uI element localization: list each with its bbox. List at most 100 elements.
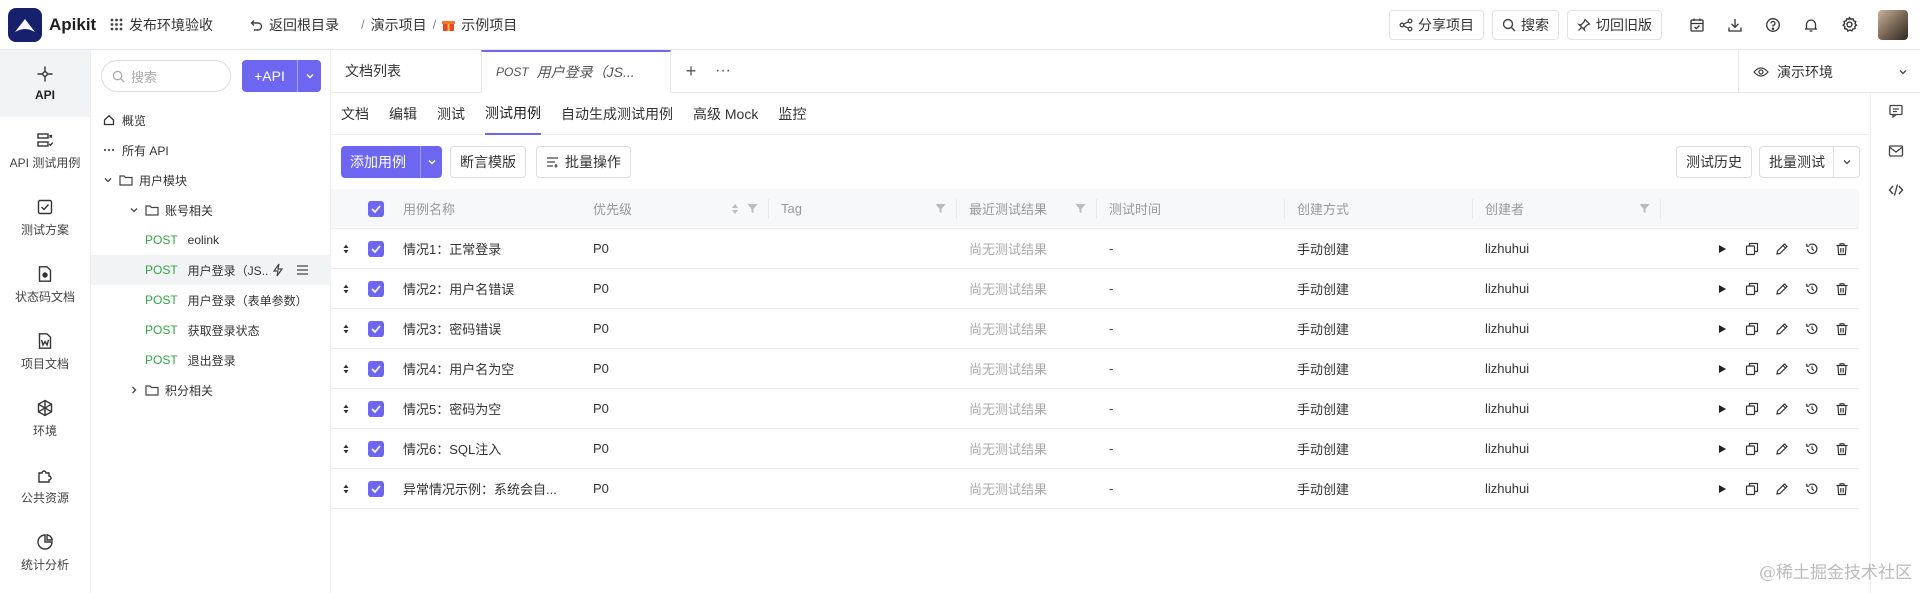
nav-project-doc[interactable]: 项目文档 (0, 318, 90, 385)
tree-group-account[interactable]: 账号相关 (91, 195, 331, 225)
back-root-button[interactable]: 返回根目录 (249, 15, 339, 35)
filter-icon[interactable] (1075, 203, 1086, 214)
nav-test-plan[interactable]: 测试方案 (0, 184, 90, 251)
breadcrumb-example[interactable]: 示例项目 (442, 15, 517, 35)
copy-icon[interactable] (1745, 482, 1759, 496)
nav-statistics[interactable]: 统计分析 (0, 519, 90, 586)
old-version-button[interactable]: 切回旧版 (1567, 9, 1662, 40)
drag-handle-icon[interactable] (342, 483, 350, 495)
delete-icon[interactable] (1835, 482, 1849, 496)
edit-icon[interactable] (1775, 362, 1789, 376)
sort-icon[interactable] (731, 203, 739, 215)
download-icon[interactable] (1720, 10, 1750, 40)
tab-active-api[interactable]: POST 用户登录（JS... (481, 49, 671, 93)
run-icon[interactable] (1715, 402, 1729, 416)
run-icon[interactable] (1715, 362, 1729, 376)
row-checkbox[interactable] (368, 320, 384, 337)
user-avatar[interactable] (1878, 9, 1908, 40)
share-project-button[interactable]: 分享项目 (1389, 9, 1484, 40)
delete-icon[interactable] (1835, 322, 1849, 336)
edit-icon[interactable] (1775, 402, 1789, 416)
table-row[interactable]: 情况5：密码为空 P0 尚无测试结果 - 手动创建 lizhuhui (331, 389, 1859, 429)
add-tab-icon[interactable]: + (671, 61, 711, 82)
cell-name[interactable]: 情况2：用户名错误 (391, 279, 581, 298)
mail-icon[interactable] (1888, 144, 1904, 158)
comment-icon[interactable] (1888, 103, 1904, 119)
tree-api-item[interactable]: POST eolink (91, 225, 331, 255)
subtab-auto-generate[interactable]: 自动生成测试用例 (561, 93, 673, 135)
assert-template-button[interactable]: 断言模版 (450, 146, 526, 178)
subtab-edit[interactable]: 编辑 (389, 93, 417, 135)
delete-icon[interactable] (1835, 442, 1849, 456)
app-logo[interactable]: Apikit (0, 7, 104, 42)
edit-icon[interactable] (1775, 322, 1789, 336)
drag-handle-icon[interactable] (342, 323, 350, 335)
delete-icon[interactable] (1835, 362, 1849, 376)
run-icon[interactable] (1715, 242, 1729, 256)
tree-api-item-selected[interactable]: POST 用户登录（JS... (91, 255, 331, 285)
cell-name[interactable]: 异常情况示例：系统会自... (391, 479, 581, 498)
drag-handle-icon[interactable] (342, 443, 350, 455)
chevron-down-icon[interactable] (1833, 147, 1859, 177)
batch-ops-button[interactable]: 批量操作 (536, 146, 631, 178)
copy-icon[interactable] (1745, 322, 1759, 336)
settings-icon[interactable] (1834, 10, 1864, 40)
copy-icon[interactable] (1745, 362, 1759, 376)
edit-icon[interactable] (1775, 242, 1789, 256)
table-row[interactable]: 情况2：用户名错误 P0 尚无测试结果 - 手动创建 lizhuhui (331, 269, 1859, 309)
tree-api-item[interactable]: POST 退出登录 (91, 345, 331, 375)
history-icon[interactable] (1805, 322, 1819, 336)
history-icon[interactable] (1805, 242, 1819, 256)
table-row[interactable]: 异常情况示例：系统会自... P0 尚无测试结果 - 手动创建 lizhuhui (331, 469, 1859, 509)
delete-icon[interactable] (1835, 282, 1849, 296)
copy-icon[interactable] (1745, 402, 1759, 416)
workspace-switcher[interactable]: 发布环境验收 (110, 15, 213, 35)
row-checkbox[interactable] (368, 440, 384, 457)
tree-search-input[interactable]: 搜索 (101, 60, 231, 92)
nav-api[interactable]: API (0, 50, 90, 117)
delete-icon[interactable] (1835, 402, 1849, 416)
menu-icon[interactable] (296, 264, 309, 276)
cell-name[interactable]: 情况3：密码错误 (391, 319, 581, 338)
delete-icon[interactable] (1835, 242, 1849, 256)
history-icon[interactable] (1805, 282, 1819, 296)
cell-name[interactable]: 情况1：正常登录 (391, 239, 581, 258)
breadcrumb-project[interactable]: 演示项目 (371, 15, 427, 35)
tree-group-user[interactable]: 用户模块 (91, 165, 331, 195)
nav-resources[interactable]: 公共资源 (0, 452, 90, 519)
copy-icon[interactable] (1745, 442, 1759, 456)
row-checkbox[interactable] (368, 400, 384, 417)
filter-icon[interactable] (747, 203, 758, 215)
batch-test-button[interactable]: 批量测试 (1759, 146, 1860, 178)
run-icon[interactable] (1715, 282, 1729, 296)
row-checkbox[interactable] (368, 280, 384, 297)
row-checkbox[interactable] (368, 360, 384, 377)
nav-status-code[interactable]: 状态码文档 (0, 251, 90, 318)
row-checkbox[interactable] (368, 240, 384, 257)
tree-api-item[interactable]: POST 用户登录（表单参数） (91, 285, 331, 315)
cell-name[interactable]: 情况4：用户名为空 (391, 359, 581, 378)
code-icon[interactable] (1888, 183, 1904, 197)
run-icon[interactable] (1715, 442, 1729, 456)
tree-group-points[interactable]: 积分相关 (91, 375, 331, 405)
drag-handle-icon[interactable] (342, 363, 350, 375)
subtab-test-cases[interactable]: 测试用例 (485, 93, 541, 135)
environment-selector[interactable]: 演示环境 (1738, 50, 1920, 93)
bell-icon[interactable] (1796, 10, 1826, 40)
edit-icon[interactable] (1775, 442, 1789, 456)
edit-icon[interactable] (1775, 482, 1789, 496)
copy-icon[interactable] (1745, 242, 1759, 256)
table-row[interactable]: 情况6：SQL注入 P0 尚无测试结果 - 手动创建 lizhuhui (331, 429, 1859, 469)
nav-api-test-case[interactable]: API 测试用例 (0, 117, 90, 184)
lightning-icon[interactable] (272, 263, 284, 277)
subtab-monitor[interactable]: 监控 (778, 93, 806, 135)
filter-icon[interactable] (1639, 203, 1650, 214)
filter-icon[interactable] (935, 203, 946, 214)
tree-item-overview[interactable]: 概览 (91, 105, 331, 135)
help-icon[interactable] (1758, 10, 1788, 40)
drag-handle-icon[interactable] (342, 403, 350, 415)
subtab-advanced-mock[interactable]: 高级 Mock (693, 93, 758, 135)
edit-icon[interactable] (1775, 282, 1789, 296)
select-all-checkbox[interactable] (368, 200, 384, 217)
test-history-button[interactable]: 测试历史 (1676, 146, 1752, 178)
